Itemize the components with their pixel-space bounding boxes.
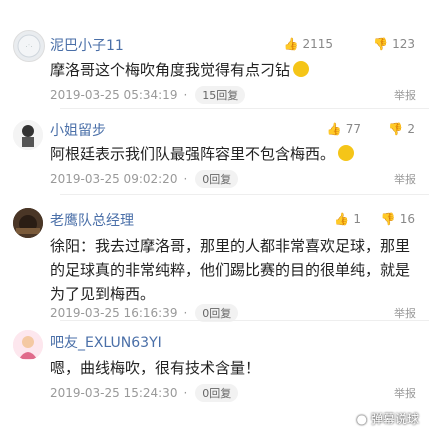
username[interactable]: 泥巴小子11 (50, 35, 124, 55)
avatar[interactable] (13, 330, 43, 360)
timestamp: 2019-03-25 15:24:30 (50, 386, 178, 400)
dislike-group: 👎 2 (388, 122, 415, 136)
comment-item: 小姐留步 👍 77 👎 2 阿根廷表示我们队最强阵容里不包含梅西。 2019-0… (0, 108, 429, 194)
avatar[interactable] (13, 120, 43, 150)
thumb-up-icon[interactable]: 👍 (327, 122, 342, 136)
replies-button[interactable]: 15回复 (195, 86, 246, 104)
report-button[interactable]: 举报 (394, 385, 416, 401)
timestamp: 2019-03-25 05:34:19 (50, 88, 178, 102)
username[interactable]: 吧友_EXLUN63YI (50, 332, 162, 352)
thumb-up-icon[interactable]: 👍 (334, 212, 349, 226)
comment-item: ·˙· 泥巴小子11 👍 2115 👎 123 摩洛哥这个梅吹角度我觉得有点刁钻… (0, 0, 429, 108)
dislike-count: 16 (399, 212, 415, 226)
laughing-emoji-icon (338, 145, 355, 161)
comment-item: 老鹰队总经理 👍 1 👎 16 徐阳：我去过摩洛哥，那里的人都非常喜欢足球，那里… (0, 194, 429, 322)
like-group: 👍 77 (327, 122, 361, 136)
thumb-down-icon[interactable]: 👎 (381, 212, 396, 226)
report-button[interactable]: 举报 (394, 171, 416, 187)
comment-text: 徐阳：我去过摩洛哥，那里的人都非常喜欢足球，那里的足球真的非常纯粹，他们踢比赛的… (50, 237, 411, 303)
dislike-group: 👎 123 (373, 37, 415, 51)
like-count: 77 (345, 122, 361, 136)
report-button[interactable]: 举报 (394, 305, 416, 321)
watermark: ● 弹幕说球 (356, 411, 420, 427)
avatar[interactable]: ·˙· (13, 30, 45, 62)
comment-text: 阿根廷表示我们队最强阵容里不包含梅西。 (50, 142, 420, 166)
timestamp: 2019-03-25 16:16:39 (50, 306, 178, 320)
thumb-down-icon[interactable]: 👎 (388, 122, 403, 136)
timestamp: 2019-03-25 09:02:20 (50, 172, 178, 186)
thumb-down-icon[interactable]: 👎 (373, 37, 388, 51)
wechat-icon: ● (356, 411, 367, 426)
like-group: 👍 2115 (284, 37, 334, 51)
comment-meta: 2019-03-25 15:24:30 · 0回复 (50, 384, 239, 402)
like-count: 2115 (302, 37, 333, 51)
comment-meta: 2019-03-25 05:34:19 · 15回复 (50, 86, 246, 104)
replies-button[interactable]: 0回复 (195, 384, 239, 402)
username[interactable]: 小姐留步 (50, 120, 106, 140)
report-button[interactable]: 举报 (394, 87, 416, 103)
comment-meta: 2019-03-25 09:02:20 · 0回复 (50, 170, 239, 188)
dislike-group: 👎 16 (381, 212, 415, 226)
smirk-emoji-icon (293, 61, 310, 77)
avatar[interactable] (13, 208, 43, 238)
username[interactable]: 老鹰队总经理 (50, 210, 134, 230)
replies-button[interactable]: 0回复 (195, 170, 239, 188)
like-group: 👍 1 (334, 212, 361, 226)
dislike-count: 123 (392, 37, 415, 51)
like-count: 1 (353, 212, 361, 226)
svg-text:·˙·: ·˙· (26, 44, 33, 51)
comment-text: 摩洛哥这个梅吹角度我觉得有点刁钻 (50, 58, 420, 82)
dislike-count: 2 (407, 122, 415, 136)
thumb-up-icon[interactable]: 👍 (284, 37, 299, 51)
comment-text: 嗯，曲线梅吹，很有技术含量！ (50, 359, 261, 377)
